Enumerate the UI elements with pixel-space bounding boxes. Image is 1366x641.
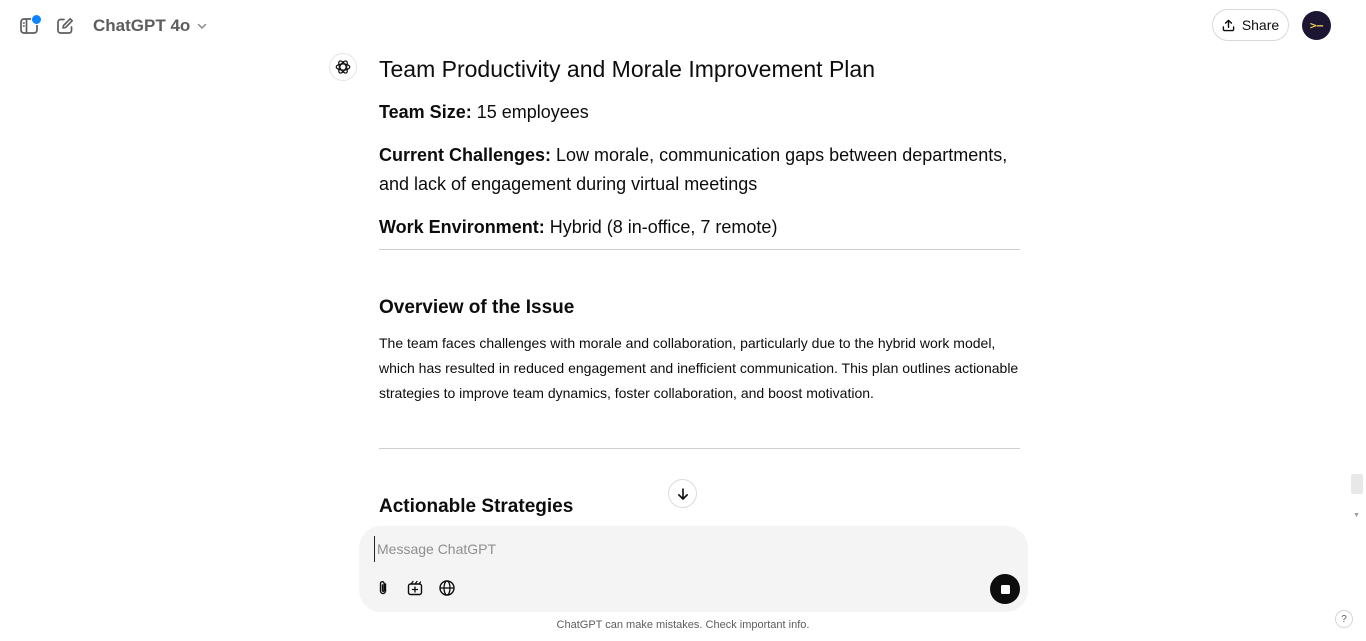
overview-heading: Overview of the Issue bbox=[379, 297, 575, 318]
share-label: Share bbox=[1241, 17, 1280, 33]
scrollbar-down-arrow[interactable]: ▼ bbox=[1353, 512, 1360, 519]
help-button[interactable]: ? bbox=[1335, 610, 1353, 628]
arrow-down-icon bbox=[677, 487, 688, 500]
globe-icon bbox=[439, 580, 455, 596]
scrollbar-thumb[interactable] bbox=[1351, 474, 1363, 494]
notification-dot bbox=[31, 14, 42, 25]
attach-button[interactable] bbox=[371, 576, 395, 600]
new-chat-button[interactable] bbox=[52, 13, 78, 39]
tools-button[interactable] bbox=[403, 576, 427, 600]
tools-icon bbox=[407, 580, 423, 596]
message-composer bbox=[359, 526, 1028, 612]
environment-line: Work Environment: Hybrid (8 in-office, 7… bbox=[379, 213, 1020, 242]
chevron-down-icon bbox=[198, 23, 207, 30]
scroll-to-bottom-button[interactable] bbox=[668, 479, 697, 508]
overview-text: The team faces challenges with morale an… bbox=[379, 335, 1019, 401]
team-size-line: Team Size: 15 employees bbox=[379, 98, 1020, 127]
new-chat-icon bbox=[57, 18, 73, 34]
model-name: ChatGPT 4o bbox=[93, 16, 191, 35]
challenges-line: Current Challenges: Low morale, communic… bbox=[379, 141, 1020, 199]
avatar[interactable]: >– bbox=[1302, 11, 1331, 40]
team-size-value: 15 employees bbox=[471, 102, 589, 122]
stop-generating-button[interactable] bbox=[990, 574, 1020, 604]
environment-label: Work Environment: bbox=[379, 217, 545, 237]
paperclip-icon bbox=[379, 581, 387, 595]
search-web-button[interactable] bbox=[435, 576, 459, 600]
divider bbox=[379, 448, 1020, 449]
divider bbox=[379, 249, 1020, 250]
message-input[interactable] bbox=[374, 536, 979, 562]
strategies-heading: Actionable Strategies bbox=[379, 496, 574, 517]
challenges-label: Current Challenges: bbox=[379, 145, 552, 165]
assistant-avatar bbox=[329, 53, 357, 81]
stop-icon bbox=[1000, 584, 1010, 594]
share-button[interactable]: Share bbox=[1212, 9, 1289, 41]
chat-page: ChatGPT 4o Share >– Team Productivity an… bbox=[0, 0, 1366, 641]
team-size-label: Team Size: bbox=[379, 102, 472, 122]
model-selector[interactable]: ChatGPT 4o bbox=[85, 12, 216, 40]
plan-title: Team Productivity and Morale Improvement… bbox=[379, 56, 875, 82]
disclaimer: ChatGPT can make mistakes. Check importa… bbox=[556, 619, 810, 631]
environment-value: Hybrid (8 in-office, 7 remote) bbox=[544, 217, 778, 237]
openai-logo-icon bbox=[335, 60, 351, 74]
sidebar-toggle-button[interactable] bbox=[16, 13, 42, 39]
top-header: ChatGPT 4o Share >– bbox=[0, 0, 1366, 52]
share-upload-icon bbox=[1222, 19, 1235, 31]
